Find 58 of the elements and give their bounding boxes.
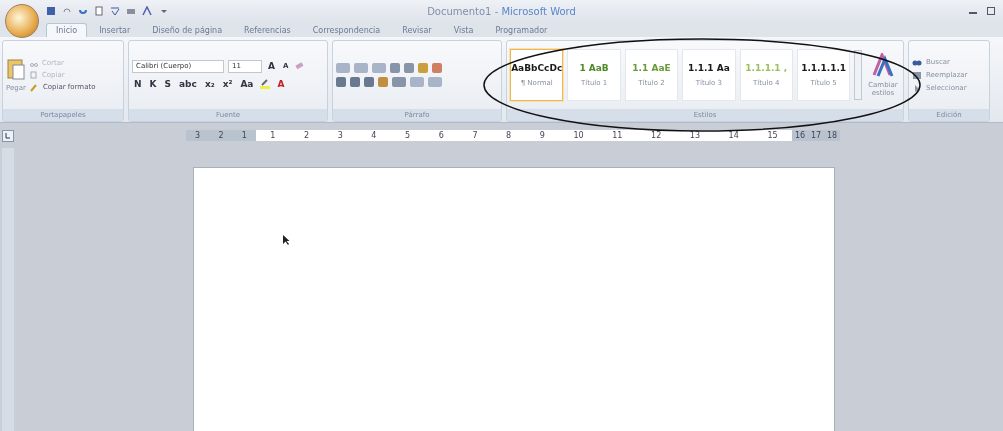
format-button[interactable]: abc: [177, 77, 199, 91]
maximize-icon[interactable]: [987, 7, 995, 15]
ruler-number: 3: [337, 130, 343, 141]
gallery-scroll-icon[interactable]: [854, 50, 862, 100]
highlighter-icon[interactable]: [259, 78, 272, 90]
style-preview: 1.1.1 Aa: [687, 63, 730, 73]
ribbon-tab[interactable]: Vista: [443, 23, 484, 37]
ruler-number: 1: [241, 130, 247, 141]
ruler-number: 2: [304, 130, 310, 141]
save-icon[interactable]: [46, 6, 56, 16]
change-styles-icon[interactable]: [871, 53, 894, 77]
ruler-number: 1: [270, 130, 276, 141]
style-preview: 1.1.1.1.1: [801, 63, 847, 73]
style-preview: 1.1.1.1 ,: [745, 63, 788, 73]
ruler-number: 3: [195, 130, 201, 141]
ribbon-tab[interactable]: Referencias: [234, 23, 301, 37]
ribbon-tab[interactable]: Correspondencia: [302, 23, 391, 37]
grow-font-button[interactable]: A: [266, 59, 277, 73]
ruler-number: 14: [728, 130, 739, 141]
ribbon-tab[interactable]: Programador: [485, 23, 558, 37]
ruler-number: 10: [573, 130, 584, 141]
ruler-number: 2: [218, 130, 224, 141]
format-button[interactable]: N: [132, 77, 144, 91]
mouse-pointer-icon: [282, 234, 290, 246]
copy-icon[interactable]: [29, 70, 38, 79]
ruler-number: 12: [651, 130, 662, 141]
font-color-button[interactable]: A: [275, 77, 287, 91]
ruler-number: 15: [767, 130, 778, 141]
format-button[interactable]: x²: [220, 77, 235, 91]
ruler-number: 16: [794, 130, 806, 141]
ribbon-tab[interactable]: Insertar: [89, 23, 141, 37]
eraser-icon[interactable]: [294, 61, 305, 71]
ruler-number: 13: [689, 130, 700, 141]
format-button[interactable]: S: [162, 77, 173, 91]
style-preview: 1.1 AaE: [632, 63, 671, 73]
format-button[interactable]: Aa: [238, 77, 256, 91]
ruler-number: 4: [371, 130, 377, 141]
office-button[interactable]: [5, 4, 39, 38]
ruler-number: 5: [405, 130, 411, 141]
style-preview: 1 AaB: [579, 63, 609, 73]
tab-selector-icon[interactable]: [2, 129, 14, 142]
style-preview: AaBbCcDc: [511, 63, 563, 73]
format-button[interactable]: x₂: [202, 77, 217, 91]
ruler-number: 6: [438, 130, 444, 141]
clipboard-icon[interactable]: [6, 58, 25, 80]
document-icon[interactable]: [94, 6, 104, 16]
ruler-number: 11: [612, 130, 623, 141]
ribbon-tab[interactable]: Inicio: [46, 23, 88, 37]
ruler-number: 7: [472, 130, 478, 141]
ruler-number: 9: [539, 130, 545, 141]
ribbon-tab[interactable]: Revisar: [392, 23, 442, 37]
ribbon-tab[interactable]: Diseño de página: [142, 23, 233, 37]
ruler-number: 18: [826, 130, 838, 141]
ruler-number: 17: [810, 130, 822, 141]
ruler-number: 8: [506, 130, 512, 141]
paintbrush-icon[interactable]: [29, 82, 39, 92]
window-title: Documento1 - Microsoft Word: [427, 5, 576, 17]
format-button[interactable]: K: [147, 77, 159, 91]
